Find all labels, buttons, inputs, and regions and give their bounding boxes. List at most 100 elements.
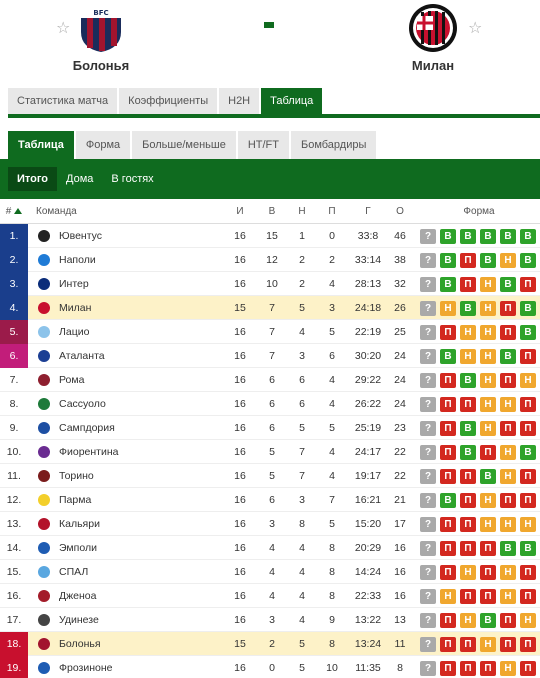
form-badge[interactable]: Н — [480, 373, 496, 388]
form-badge[interactable]: В — [460, 301, 476, 316]
form-badge[interactable]: П — [480, 541, 496, 556]
form-badge[interactable]: Н — [500, 253, 516, 268]
team-name[interactable]: Рома — [59, 368, 84, 392]
team-name[interactable]: СПАЛ — [59, 560, 88, 584]
header-goals[interactable]: Г — [348, 200, 388, 224]
tab-sub-0[interactable]: Таблица — [8, 131, 74, 159]
form-badge[interactable]: П — [440, 661, 456, 676]
form-badge[interactable]: В — [480, 229, 496, 244]
form-badge[interactable]: В — [440, 493, 456, 508]
team-name[interactable]: Торино — [59, 464, 94, 488]
form-badge[interactable]: П — [500, 493, 516, 508]
table-row[interactable]: 1. Ювентус 16 15 1 0 33:8 46? В В В В В — [0, 224, 540, 248]
form-badge[interactable]: В — [460, 229, 476, 244]
team-name[interactable]: Аталанта — [59, 344, 105, 368]
form-badge[interactable]: П — [480, 589, 496, 604]
table-row[interactable]: 19. Фрозиноне 16 0 5 10 11:35 8? П П П Н П — [0, 656, 540, 678]
form-badge[interactable]: П — [440, 517, 456, 532]
header-points[interactable]: О — [390, 200, 410, 224]
next-match-badge[interactable]: ? — [420, 421, 436, 436]
table-row[interactable]: 2. Наполи 16 12 2 2 33:14 38? В П В Н В — [0, 248, 540, 272]
form-badge[interactable]: Н — [520, 517, 536, 532]
table-row[interactable]: 7. Рома 16 6 6 4 29:22 24? П В Н П Н — [0, 368, 540, 392]
form-badge[interactable]: Н — [500, 565, 516, 580]
tab-sub-1[interactable]: Форма — [75, 131, 131, 159]
form-badge[interactable]: В — [440, 349, 456, 364]
form-badge[interactable]: Н — [500, 397, 516, 412]
filter-0[interactable]: Итого — [8, 167, 58, 191]
form-badge[interactable]: Н — [520, 373, 536, 388]
form-badge[interactable]: П — [440, 565, 456, 580]
form-badge[interactable]: Н — [480, 517, 496, 532]
form-badge[interactable]: В — [460, 421, 476, 436]
table-row[interactable]: 8. Сассуоло 16 6 6 4 26:22 24? П П Н Н П — [0, 392, 540, 416]
form-badge[interactable]: П — [440, 373, 456, 388]
table-row[interactable]: 15. СПАЛ 16 4 4 8 14:24 16? П Н П Н П — [0, 560, 540, 584]
form-badge[interactable]: В — [480, 613, 496, 628]
form-badge[interactable]: П — [460, 493, 476, 508]
tab-main-2[interactable]: H2H — [219, 88, 260, 114]
team-name[interactable]: Лацио — [59, 320, 89, 344]
form-badge[interactable]: Н — [480, 637, 496, 652]
form-badge[interactable]: В — [440, 253, 456, 268]
next-match-badge[interactable]: ? — [420, 493, 436, 508]
form-badge[interactable]: Н — [480, 421, 496, 436]
form-badge[interactable]: П — [460, 253, 476, 268]
tab-sub-2[interactable]: Больше/меньше — [132, 131, 236, 159]
form-badge[interactable]: В — [520, 325, 536, 340]
next-match-badge[interactable]: ? — [420, 637, 436, 652]
next-match-badge[interactable]: ? — [420, 661, 436, 676]
team-name[interactable]: Фиорентина — [59, 440, 118, 464]
form-badge[interactable]: П — [440, 421, 456, 436]
form-badge[interactable]: Н — [460, 613, 476, 628]
next-match-badge[interactable]: ? — [420, 229, 436, 244]
form-badge[interactable]: П — [480, 445, 496, 460]
team-name[interactable]: Интер — [59, 272, 89, 296]
form-badge[interactable]: Н — [440, 589, 456, 604]
header-played[interactable]: И — [230, 200, 250, 224]
table-row[interactable]: 17. Удинезе 16 3 4 9 13:22 13? П Н В П Н — [0, 608, 540, 632]
form-badge[interactable]: Н — [500, 589, 516, 604]
next-match-badge[interactable]: ? — [420, 397, 436, 412]
team-name[interactable]: Ювентус — [59, 224, 102, 248]
form-badge[interactable]: П — [440, 469, 456, 484]
tab-main-0[interactable]: Статистика матча — [8, 88, 118, 114]
header-position[interactable]: # — [0, 200, 28, 224]
next-match-badge[interactable]: ? — [420, 349, 436, 364]
form-badge[interactable]: П — [520, 637, 536, 652]
form-badge[interactable]: Н — [500, 661, 516, 676]
filter-1[interactable]: Дома — [57, 167, 102, 191]
form-badge[interactable]: В — [520, 445, 536, 460]
form-badge[interactable]: П — [520, 349, 536, 364]
table-row[interactable]: 18. Болонья 15 2 5 8 13:24 11? П П Н П П — [0, 632, 540, 656]
form-badge[interactable]: П — [500, 421, 516, 436]
form-badge[interactable]: Н — [480, 301, 496, 316]
form-badge[interactable]: В — [440, 229, 456, 244]
team-name[interactable]: Фрозиноне — [59, 656, 113, 678]
next-match-badge[interactable]: ? — [420, 445, 436, 460]
team-name[interactable]: Парма — [59, 488, 91, 512]
form-badge[interactable]: П — [460, 541, 476, 556]
form-badge[interactable]: Н — [520, 613, 536, 628]
next-match-badge[interactable]: ? — [420, 589, 436, 604]
header-wins[interactable]: В — [262, 200, 282, 224]
form-badge[interactable]: В — [460, 445, 476, 460]
form-badge[interactable]: В — [500, 349, 516, 364]
form-badge[interactable]: П — [460, 661, 476, 676]
table-row[interactable]: 14. Эмполи 16 4 4 8 20:29 16? П П П В В — [0, 536, 540, 560]
table-row[interactable]: 9. Сампдория 16 6 5 5 25:19 23? П В Н П П — [0, 416, 540, 440]
form-badge[interactable]: П — [460, 397, 476, 412]
next-match-badge[interactable]: ? — [420, 277, 436, 292]
table-row[interactable]: 6. Аталанта 16 7 3 6 30:20 24? В Н Н В П — [0, 344, 540, 368]
form-badge[interactable]: П — [440, 541, 456, 556]
header-losses[interactable]: П — [322, 200, 342, 224]
form-badge[interactable]: П — [440, 325, 456, 340]
team-name[interactable]: Сассуоло — [59, 392, 106, 416]
form-badge[interactable]: В — [520, 301, 536, 316]
form-badge[interactable]: П — [500, 373, 516, 388]
form-badge[interactable]: П — [480, 565, 496, 580]
form-badge[interactable]: П — [480, 661, 496, 676]
team-name[interactable]: Дженоа — [59, 584, 96, 608]
tab-sub-4[interactable]: Бомбардиры — [290, 131, 377, 159]
form-badge[interactable]: П — [460, 277, 476, 292]
